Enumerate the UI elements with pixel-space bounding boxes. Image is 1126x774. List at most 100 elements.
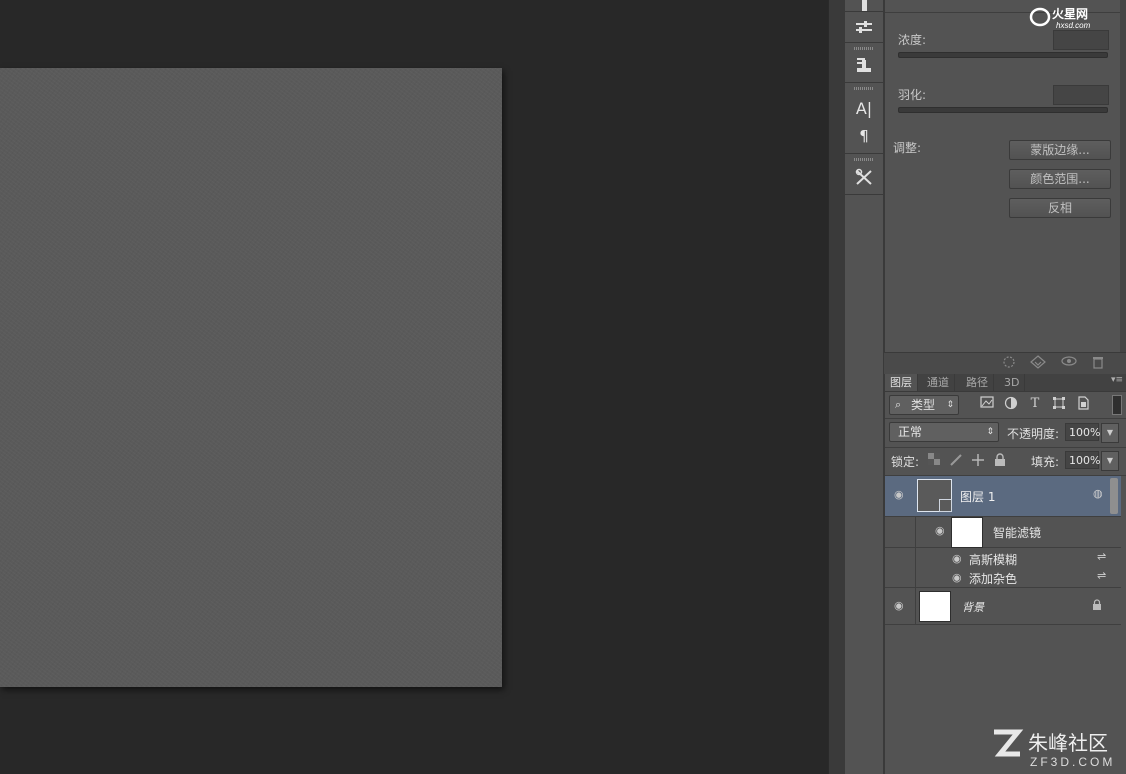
filter-name: 添加杂色 <box>969 572 1018 586</box>
visibility-eye-icon[interactable]: ◉ <box>894 488 904 501</box>
panel-grip[interactable] <box>854 47 874 50</box>
divider <box>885 447 1126 448</box>
color-range-button[interactable]: 颜色范围... <box>1009 169 1111 189</box>
indent-guide <box>915 588 916 624</box>
feather-slider[interactable] <box>898 107 1108 113</box>
filter-options-icon[interactable]: ⇌ <box>1097 550 1106 563</box>
stamp-icon[interactable] <box>850 52 878 78</box>
divider <box>845 194 883 195</box>
character-icon[interactable]: A| <box>850 95 878 121</box>
panel-grip[interactable] <box>854 158 874 161</box>
feather-label: 羽化: <box>898 88 927 102</box>
filter-mask-thumbnail[interactable] <box>951 517 983 548</box>
smart-filters-row[interactable]: ◉ 智能滤镜 <box>885 517 1121 587</box>
watermark-brand-text: 朱峰社区 <box>1028 732 1108 755</box>
apply-mask-icon[interactable] <box>1029 355 1047 373</box>
feather-input[interactable] <box>1053 85 1109 105</box>
hxsd-watermark-logo: 火星网 hxsd.com <box>1028 4 1120 30</box>
layer-filter-select[interactable]: ⌕ 类型 ⇕ <box>889 395 959 415</box>
divider <box>845 42 883 43</box>
zf3d-watermark-logo: 朱峰社区 ZF3D.COM <box>990 728 1120 770</box>
updown-icon: ⇕ <box>946 400 954 410</box>
layer-lock-icon <box>1092 599 1102 614</box>
visibility-eye-icon[interactable]: ◉ <box>894 599 904 612</box>
visibility-eye-icon[interactable]: ◉ <box>952 552 962 565</box>
panel-tab-bar: 图层 通道 路径 3D ▾≡ <box>885 374 1126 392</box>
panel-grip[interactable] <box>854 87 874 90</box>
adjustment-filter-icon[interactable] <box>1003 396 1019 412</box>
type-filter-icon[interactable]: T <box>1027 396 1043 412</box>
collapsed-panels-strip: A| ¶ <box>844 0 884 774</box>
divider <box>845 82 883 83</box>
divider <box>845 153 883 154</box>
panel-menu-icon[interactable]: ▾≡ <box>1111 375 1123 385</box>
trash-icon[interactable] <box>1089 355 1107 373</box>
density-input[interactable] <box>1053 30 1109 50</box>
opacity-input[interactable]: 100% <box>1065 423 1100 441</box>
indent-guide <box>915 517 916 587</box>
lock-transparent-icon[interactable] <box>927 453 941 467</box>
layer-name[interactable]: 背景 <box>962 599 984 615</box>
load-selection-icon[interactable] <box>1000 355 1018 373</box>
invert-button[interactable]: 反相 <box>1009 198 1111 218</box>
mask-properties-panel: 浓度: 羽化: 调整: 蒙版边缘... 颜色范围... 反相 <box>884 0 1121 352</box>
lock-all-icon[interactable] <box>993 453 1007 467</box>
lock-label: 锁定: <box>891 455 920 469</box>
document-workspace <box>0 0 828 774</box>
layer-thumbnail <box>919 591 951 622</box>
tab-paths[interactable]: 路径 <box>961 374 994 391</box>
lock-pixels-icon[interactable] <box>949 453 963 467</box>
watermark-url-text: hxsd.com <box>1056 21 1091 30</box>
mask-panel-footer <box>884 352 1126 375</box>
layer-row-layer1[interactable]: ◉ 图层 1 ◍ <box>885 476 1121 517</box>
blend-mode-value: 正常 <box>898 425 923 439</box>
opacity-dropdown-icon[interactable]: ▼ <box>1101 423 1119 443</box>
smart-filter-indicator-icon: ◍ <box>1093 487 1103 500</box>
layers-scrollbar-thumb[interactable] <box>1110 478 1118 514</box>
mask-edge-button[interactable]: 蒙版边缘... <box>1009 140 1111 160</box>
smart-object-filter-icon[interactable] <box>1075 396 1091 412</box>
panel-dock-divider[interactable] <box>828 0 845 774</box>
search-icon: ⌕ <box>895 398 902 411</box>
density-label: 浓度: <box>898 33 927 47</box>
smart-object-badge-icon <box>939 499 952 512</box>
layer-name[interactable]: 图层 1 <box>960 488 995 505</box>
filter-item[interactable]: ◉ 高斯模糊 ⇌ <box>917 549 1121 568</box>
filter-kind-label: 类型 <box>911 398 936 412</box>
filter-name: 高斯模糊 <box>969 553 1018 567</box>
smart-filters-label: 智能滤镜 <box>993 526 1042 540</box>
paragraph-icon[interactable]: ¶ <box>850 123 878 149</box>
pixel-layer-filter-icon[interactable] <box>979 396 995 412</box>
fill-label: 填充: <box>1031 455 1060 469</box>
divider <box>845 11 883 12</box>
adjust-label: 调整: <box>893 141 922 155</box>
document-canvas[interactable] <box>0 68 502 687</box>
tab-channels[interactable]: 通道 <box>922 374 955 391</box>
watermark-url-text: ZF3D.COM <box>1030 755 1115 769</box>
shape-filter-icon[interactable] <box>1051 396 1067 412</box>
opacity-label: 不透明度: <box>1007 427 1060 441</box>
fill-dropdown-icon[interactable]: ▼ <box>1101 451 1119 471</box>
adjustments-icon[interactable] <box>850 14 878 40</box>
tab-layers[interactable]: 图层 <box>885 374 918 391</box>
watermark-brand-text: 火星网 <box>1052 7 1088 21</box>
tab-3d[interactable]: 3D <box>999 374 1026 391</box>
filter-options-icon[interactable]: ⇌ <box>1097 569 1106 582</box>
updown-icon: ⇕ <box>986 427 994 437</box>
layer-row-background[interactable]: ◉ 背景 <box>885 588 1121 625</box>
blend-mode-select[interactable]: 正常 ⇕ <box>889 422 999 442</box>
layer-thumbnail <box>917 479 952 512</box>
tool-presets-icon[interactable] <box>850 164 878 190</box>
visibility-eye-icon[interactable]: ◉ <box>935 524 945 537</box>
filter-list: ◉ 高斯模糊 ⇌ ◉ 添加杂色 ⇌ <box>917 549 1121 587</box>
density-slider[interactable] <box>898 52 1108 58</box>
layers-panel: 图层 通道 路径 3D ▾≡ ⌕ 类型 ⇕ T 正常 ⇕ 不透明度: 100% … <box>884 374 1126 774</box>
panel-scrollbar[interactable] <box>1120 0 1126 352</box>
filter-toggle-switch[interactable] <box>1112 395 1122 415</box>
lock-position-icon[interactable] <box>971 453 985 467</box>
visibility-eye-icon[interactable]: ◉ <box>952 571 962 584</box>
fill-input[interactable]: 100% <box>1065 451 1100 469</box>
divider <box>885 418 1126 419</box>
visibility-icon[interactable] <box>1060 355 1078 373</box>
filter-item[interactable]: ◉ 添加杂色 ⇌ <box>917 568 1121 587</box>
